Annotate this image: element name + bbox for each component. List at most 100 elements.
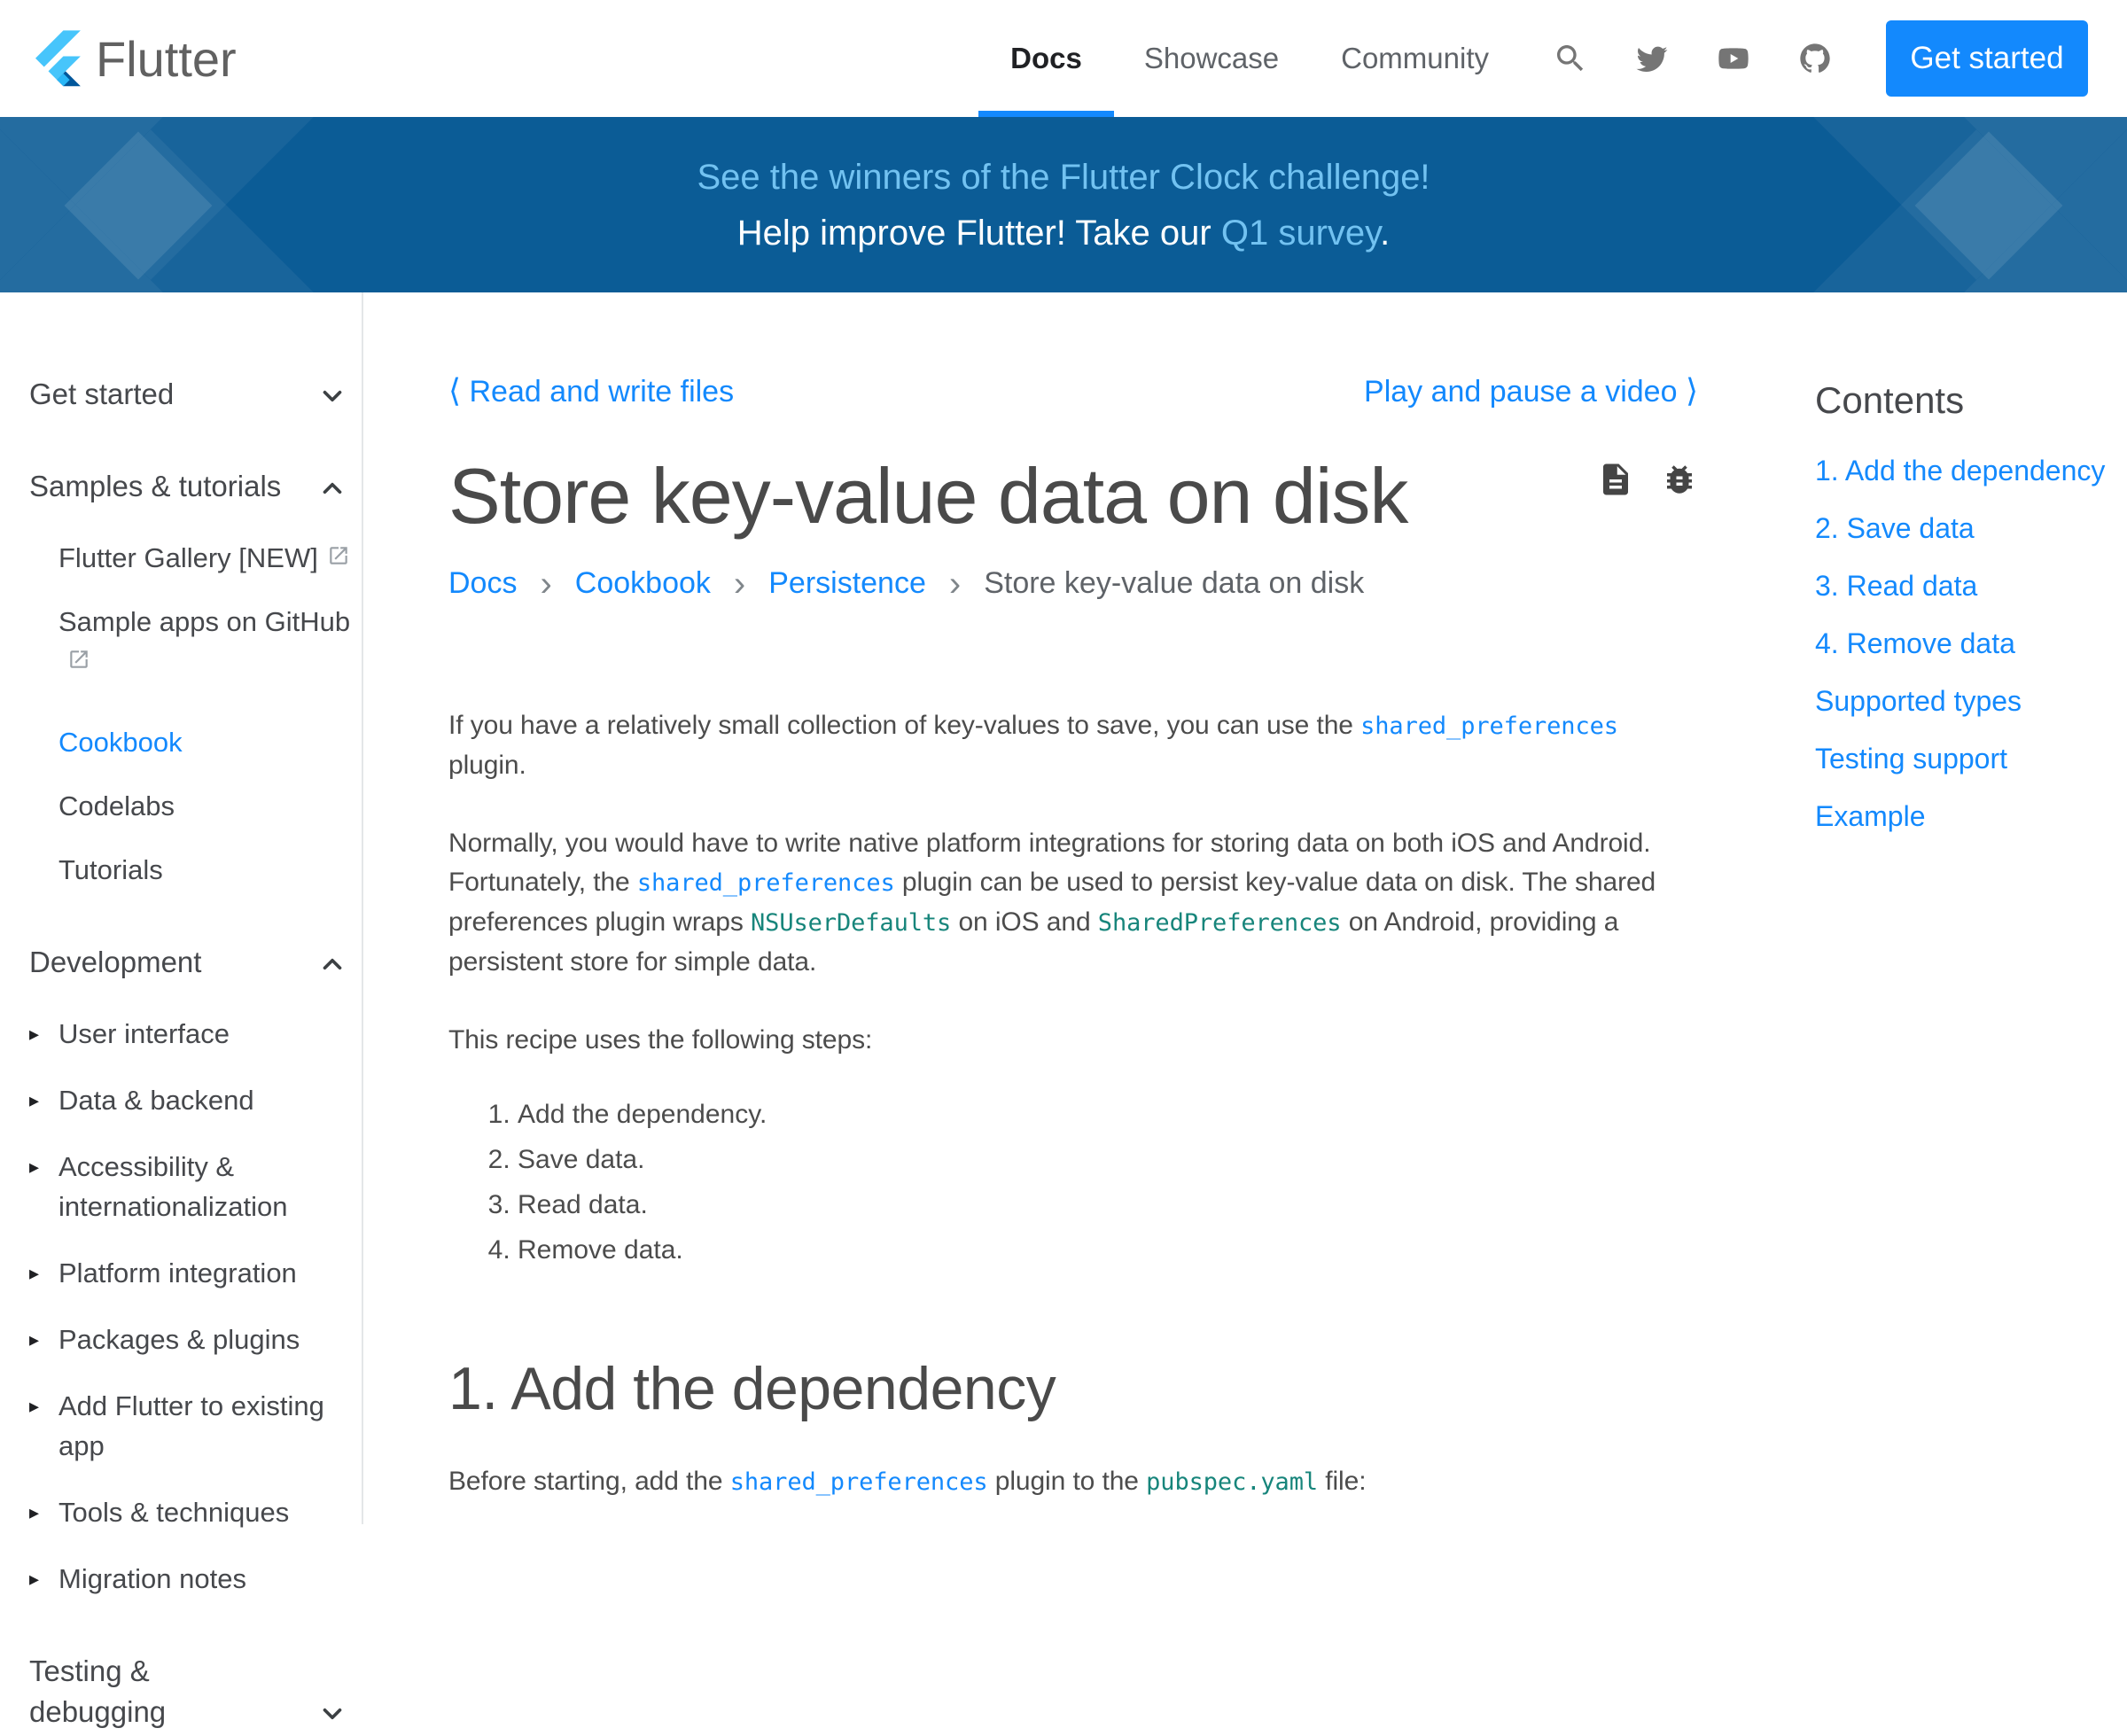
breadcrumb-persistence[interactable]: Persistence xyxy=(768,566,926,601)
sidebar-item-platform-integration[interactable]: ▸Platform integration xyxy=(29,1254,356,1294)
sidebar-item-label: Accessibility & internationalization xyxy=(58,1148,356,1227)
toc-example[interactable]: Example xyxy=(1815,799,2121,833)
chevron-down-icon xyxy=(317,381,347,411)
sidebar-section-label: Samples & tutorials xyxy=(29,466,281,507)
bug-report-icon[interactable] xyxy=(1661,461,1698,498)
triangle-right-icon: ▸ xyxy=(29,1015,58,1055)
triangle-right-icon: ▸ xyxy=(29,1254,58,1294)
triangle-right-icon: ▸ xyxy=(29,1081,58,1121)
sidebar: Get started Samples & tutorials Flutter … xyxy=(0,292,363,1524)
paragraph-text: plugin to the xyxy=(988,1467,1147,1496)
prev-page-label: Read and write files xyxy=(470,375,735,409)
triangle-right-icon: ▸ xyxy=(29,1493,58,1533)
logo-wordmark: Flutter xyxy=(96,30,237,88)
paragraph-recipe-steps-intro: This recipe uses the following steps: xyxy=(448,1021,1698,1060)
breadcrumb: Docs › Cookbook › Persistence › Store ke… xyxy=(448,566,1698,602)
chevron-up-icon xyxy=(317,473,347,503)
sidebar-item-user-interface[interactable]: ▸User interface xyxy=(29,1015,356,1055)
triangle-right-icon: ▸ xyxy=(29,1387,58,1427)
toc-save-data[interactable]: 2. Save data xyxy=(1815,511,2121,545)
nav-showcase[interactable]: Showcase xyxy=(1144,0,1279,117)
banner-q1-survey-link[interactable]: Q1 survey xyxy=(1221,214,1380,253)
sharedpreferences-code: SharedPreferences xyxy=(1098,909,1342,937)
contents-heading: Contents xyxy=(1815,379,2121,422)
recipe-step: Save data. xyxy=(518,1140,1698,1179)
youtube-icon[interactable] xyxy=(1716,41,1751,76)
paragraph-text: If you have a relatively small collectio… xyxy=(448,711,1360,740)
sidebar-item-add-flutter-existing[interactable]: ▸Add Flutter to existing app xyxy=(29,1387,356,1467)
breadcrumb-docs[interactable]: Docs xyxy=(448,566,517,601)
sidebar-item-sample-apps-github[interactable]: Sample apps on GitHub xyxy=(58,603,356,682)
next-page-label: Play and pause a video xyxy=(1364,375,1677,409)
toc-supported-types[interactable]: Supported types xyxy=(1815,684,2121,718)
toc-add-the-dependency[interactable]: 1. Add the dependency xyxy=(1815,454,2121,487)
sidebar-item-flutter-gallery[interactable]: Flutter Gallery [NEW] xyxy=(58,539,356,579)
banner-survey-line: Help improve Flutter! Take our Q1 survey… xyxy=(0,214,2127,253)
chevron-left-icon: ⟨ xyxy=(448,372,461,409)
github-icon[interactable] xyxy=(1797,41,1833,76)
chevron-right-icon: › xyxy=(949,566,961,602)
external-link-icon xyxy=(327,539,350,562)
search-icon[interactable] xyxy=(1553,41,1588,76)
top-navigation: Docs Showcase Community xyxy=(1010,0,1489,117)
sidebar-section-samples-tutorials[interactable]: Samples & tutorials xyxy=(29,466,356,507)
sidebar-item-packages-plugins[interactable]: ▸Packages & plugins xyxy=(29,1320,356,1360)
sidebar-item-migration-notes[interactable]: ▸Migration notes xyxy=(29,1560,356,1600)
sidebar-item-tutorials[interactable]: Tutorials xyxy=(58,851,356,891)
paragraph-text: file: xyxy=(1318,1467,1366,1496)
sidebar-section-label: Development xyxy=(29,942,201,983)
sidebar-item-codelabs[interactable]: Codelabs xyxy=(58,787,356,827)
flutter-logo[interactable]: Flutter xyxy=(35,30,237,88)
sidebar-section-testing-debugging[interactable]: Testing & debugging xyxy=(29,1651,356,1732)
nav-docs[interactable]: Docs xyxy=(1010,0,1082,117)
get-started-button[interactable]: Get started xyxy=(1886,20,2088,97)
chevron-right-icon: ⟩ xyxy=(1686,372,1698,409)
sidebar-item-label: Add Flutter to existing app xyxy=(58,1387,356,1467)
sidebar-item-label: Flutter Gallery [NEW] xyxy=(58,542,318,573)
page-navigation: ⟨ Read and write files Play and pause a … xyxy=(448,372,1698,409)
nsuserdefaults-code: NSUserDefaults xyxy=(751,909,951,937)
nav-community[interactable]: Community xyxy=(1341,0,1489,117)
main-content: ⟨ Read and write files Play and pause a … xyxy=(448,372,1698,1502)
triangle-right-icon: ▸ xyxy=(29,1320,58,1360)
recipe-step: Read data. xyxy=(518,1186,1698,1225)
recipe-step: Remove data. xyxy=(518,1231,1698,1270)
toc-testing-support[interactable]: Testing support xyxy=(1815,742,2121,775)
banner-clock-challenge-link[interactable]: See the winners of the Flutter Clock cha… xyxy=(697,158,1430,198)
title-actions xyxy=(1597,461,1698,498)
sidebar-item-accessibility[interactable]: ▸Accessibility & internationalization xyxy=(29,1148,356,1227)
header-icons xyxy=(1553,41,1833,76)
sidebar-item-label: Packages & plugins xyxy=(58,1320,300,1360)
shared-preferences-code-link[interactable]: shared_preferences xyxy=(730,1468,988,1496)
sidebar-item-cookbook[interactable]: Cookbook xyxy=(58,723,356,763)
breadcrumb-current-page: Store key-value data on disk xyxy=(984,566,1364,601)
paragraph-before-starting: Before starting, add the shared_preferen… xyxy=(448,1462,1698,1502)
header: Flutter Docs Showcase Community Get star… xyxy=(0,0,2127,117)
prev-page-link[interactable]: ⟨ Read and write files xyxy=(448,372,734,409)
chevron-up-icon xyxy=(317,949,347,979)
recipe-step: Add the dependency. xyxy=(518,1095,1698,1134)
sidebar-item-label: Data & backend xyxy=(58,1081,254,1121)
sidebar-item-label: Sample apps on GitHub xyxy=(58,606,350,637)
next-page-link[interactable]: Play and pause a video ⟩ xyxy=(1364,372,1698,409)
paragraph-intro: If you have a relatively small collectio… xyxy=(448,706,1698,785)
sidebar-section-label: Get started xyxy=(29,374,174,415)
toc-read-data[interactable]: 3. Read data xyxy=(1815,569,2121,603)
sidebar-item-label: Platform integration xyxy=(58,1254,297,1294)
shared-preferences-code-link[interactable]: shared_preferences xyxy=(1360,712,1618,740)
twitter-icon[interactable] xyxy=(1634,41,1670,76)
sidebar-item-tools-techniques[interactable]: ▸Tools & techniques xyxy=(29,1493,356,1533)
triangle-right-icon: ▸ xyxy=(29,1560,58,1600)
promo-banner: See the winners of the Flutter Clock cha… xyxy=(0,117,2127,292)
sidebar-item-data-backend[interactable]: ▸Data & backend xyxy=(29,1081,356,1121)
toc-remove-data[interactable]: 4. Remove data xyxy=(1815,627,2121,660)
section-heading-add-dependency: 1. Add the dependency xyxy=(448,1354,1698,1423)
sidebar-section-get-started[interactable]: Get started xyxy=(29,374,356,415)
contents-panel: Contents 1. Add the dependency 2. Save d… xyxy=(1815,379,2121,857)
recipe-steps-list: Add the dependency. Save data. Read data… xyxy=(518,1095,1698,1270)
sidebar-section-development[interactable]: Development xyxy=(29,942,356,983)
chevron-down-icon xyxy=(317,1699,347,1729)
breadcrumb-cookbook[interactable]: Cookbook xyxy=(575,566,711,601)
view-source-icon[interactable] xyxy=(1597,461,1634,498)
shared-preferences-code-link[interactable]: shared_preferences xyxy=(637,869,895,897)
